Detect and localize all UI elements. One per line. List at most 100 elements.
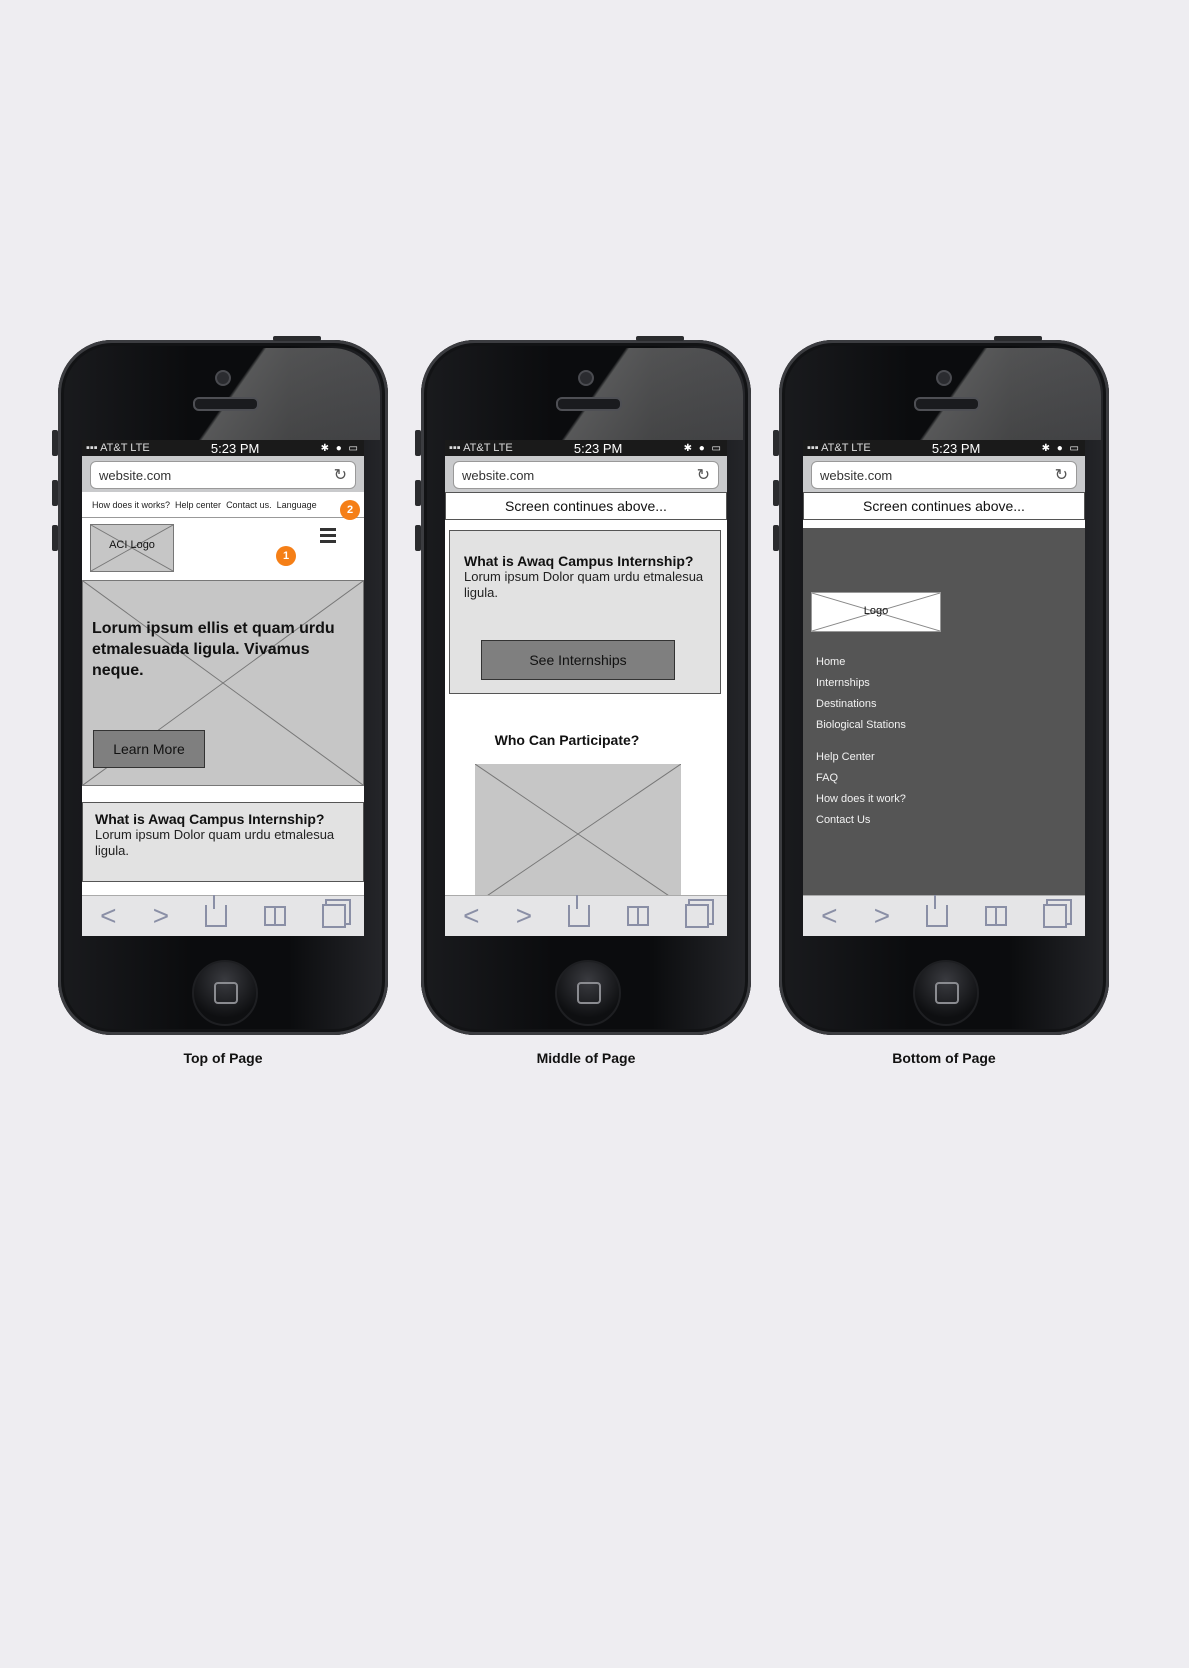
forward-icon[interactable]: >: [874, 902, 890, 930]
volume-down-button: [52, 525, 58, 551]
caption-top-of-page: Top of Page: [183, 1050, 263, 1066]
see-internships-button[interactable]: See Internships: [481, 640, 675, 680]
hero-title: Lorum ipsum ellis et quam urdu etmalesua…: [92, 620, 335, 679]
speaker-grille: [193, 397, 259, 411]
phone-top-of-page: ▪▪▪ AT&T LTE 5:23 PM ✱ ● ▭ website.com ↻…: [52, 336, 388, 1035]
back-icon[interactable]: <: [821, 902, 837, 930]
tabs-icon[interactable]: [321, 904, 346, 928]
annotation-badge-1: 1: [276, 546, 296, 566]
nav-contact-us[interactable]: Contact us.: [226, 500, 272, 510]
footer-link-contact-us[interactable]: Contact Us: [816, 814, 906, 826]
battery-icon: ✱ ● ▭: [1041, 442, 1081, 454]
annotation-badge-2: 2: [340, 500, 360, 520]
section-title: What is Awaq Campus Internship?: [464, 553, 694, 569]
screen: ▪▪▪ AT&T LTE 5:23 PM ✱ ● ▭ website.com ↻…: [445, 440, 727, 936]
screen-continues-note: Screen continues above...: [803, 492, 1085, 520]
phone-middle-of-page: ▪▪▪ AT&T LTE 5:23 PM ✱ ● ▭ website.com ↻…: [415, 336, 751, 1035]
reload-icon[interactable]: ↻: [334, 465, 347, 485]
who-can-participate-title: Who Can Participate?: [494, 732, 640, 748]
browser-toolbar: < >: [803, 895, 1085, 936]
footer-link-how-does-it-work[interactable]: How does it work?: [816, 793, 906, 805]
signal-icon: ▪▪▪: [86, 442, 101, 454]
home-button[interactable]: [913, 960, 979, 1026]
top-nav: How does it works? Help center Contact u…: [82, 492, 364, 518]
footer-logo[interactable]: Logo: [811, 592, 941, 632]
volume-up-button: [52, 480, 58, 506]
tabs-icon[interactable]: [1042, 904, 1067, 928]
nav-language[interactable]: Language: [277, 500, 317, 510]
power-button: [273, 336, 321, 341]
home-button[interactable]: [192, 960, 258, 1026]
share-icon[interactable]: [568, 895, 591, 927]
volume-down-button: [415, 525, 421, 551]
url-field[interactable]: website.com ↻: [453, 461, 719, 489]
about-section: What is Awaq Campus Internship? Lorum ip…: [82, 802, 364, 882]
clock: 5:23 PM: [210, 440, 260, 456]
status-bar: ▪▪▪ AT&T LTE 5:23 PM ✱ ● ▭: [803, 440, 1085, 456]
learn-more-button[interactable]: Learn More: [93, 730, 205, 768]
forward-icon[interactable]: >: [516, 902, 532, 930]
participate-image: [475, 764, 681, 904]
power-button: [994, 336, 1042, 341]
site-footer: Logo Home Internships Destinations Biolo…: [803, 528, 1085, 898]
carrier-label: ▪▪▪ AT&T LTE: [807, 442, 871, 454]
reload-icon[interactable]: ↻: [697, 465, 710, 485]
carrier-label: ▪▪▪ AT&T LTE: [449, 442, 513, 454]
browser-toolbar: < >: [445, 895, 727, 936]
caption-middle-of-page: Middle of Page: [536, 1050, 636, 1066]
volume-down-button: [773, 525, 779, 551]
url-field[interactable]: website.com ↻: [811, 461, 1077, 489]
status-bar: ▪▪▪ AT&T LTE 5:23 PM ✱ ● ▭: [445, 440, 727, 456]
aci-logo[interactable]: ACI Logo: [90, 524, 174, 572]
status-bar: ▪▪▪ AT&T LTE 5:23 PM ✱ ● ▭: [82, 440, 364, 456]
nav-how-it-works[interactable]: How does it works?: [92, 500, 170, 510]
speaker-grille: [914, 397, 980, 411]
bookmarks-icon[interactable]: [263, 906, 286, 926]
footer-link-help-center[interactable]: Help Center: [816, 751, 906, 763]
clock: 5:23 PM: [573, 440, 623, 456]
footer-link-faq[interactable]: FAQ: [816, 772, 906, 784]
camera-icon: [215, 370, 231, 386]
carrier-label: ▪▪▪ AT&T LTE: [86, 442, 150, 454]
home-button[interactable]: [555, 960, 621, 1026]
power-button: [636, 336, 684, 341]
bookmarks-icon[interactable]: [626, 906, 649, 926]
battery-icon: ✱ ● ▭: [320, 442, 360, 454]
tabs-icon[interactable]: [684, 904, 709, 928]
nav-help-center[interactable]: Help center: [175, 500, 221, 510]
address-bar: website.com ↻: [82, 456, 364, 492]
address-bar: website.com ↻: [445, 456, 727, 492]
volume-up-button: [415, 480, 421, 506]
hamburger-menu-icon[interactable]: [320, 528, 336, 543]
footer-link-biological-stations[interactable]: Biological Stations: [816, 719, 906, 731]
caption-bottom-of-page: Bottom of Page: [892, 1050, 996, 1066]
screen-continues-note: Screen continues above...: [445, 492, 727, 520]
footer-menu: Home Internships Destinations Biological…: [816, 656, 906, 826]
url-field[interactable]: website.com ↻: [90, 461, 356, 489]
browser-toolbar: < >: [82, 895, 364, 936]
camera-icon: [578, 370, 594, 386]
mute-switch: [52, 430, 58, 456]
battery-icon: ✱ ● ▭: [683, 442, 723, 454]
footer-link-destinations[interactable]: Destinations: [816, 698, 906, 710]
back-icon[interactable]: <: [463, 902, 479, 930]
address-bar: website.com ↻: [803, 456, 1085, 492]
phone-bottom-of-page: ▪▪▪ AT&T LTE 5:23 PM ✱ ● ▭ website.com ↻…: [773, 336, 1109, 1035]
signal-icon: ▪▪▪: [807, 442, 822, 454]
footer-link-internships[interactable]: Internships: [816, 677, 906, 689]
footer-link-home[interactable]: Home: [816, 656, 906, 668]
forward-icon[interactable]: >: [153, 902, 169, 930]
reload-icon[interactable]: ↻: [1055, 465, 1068, 485]
screen: ▪▪▪ AT&T LTE 5:23 PM ✱ ● ▭ website.com ↻…: [803, 440, 1085, 936]
share-icon[interactable]: [205, 895, 228, 927]
speaker-grille: [556, 397, 622, 411]
share-icon[interactable]: [926, 895, 949, 927]
section-title: What is Awaq Campus Internship?: [95, 811, 325, 827]
clock: 5:23 PM: [931, 440, 981, 456]
mute-switch: [773, 430, 779, 456]
back-icon[interactable]: <: [100, 902, 116, 930]
section-text: Lorum ipsum Dolor quam urdu etmalesua li…: [464, 569, 704, 600]
screen: ▪▪▪ AT&T LTE 5:23 PM ✱ ● ▭ website.com ↻…: [82, 440, 364, 936]
section-text: Lorum ipsum Dolor quam urdu etmalesua li…: [95, 827, 335, 858]
bookmarks-icon[interactable]: [984, 906, 1007, 926]
